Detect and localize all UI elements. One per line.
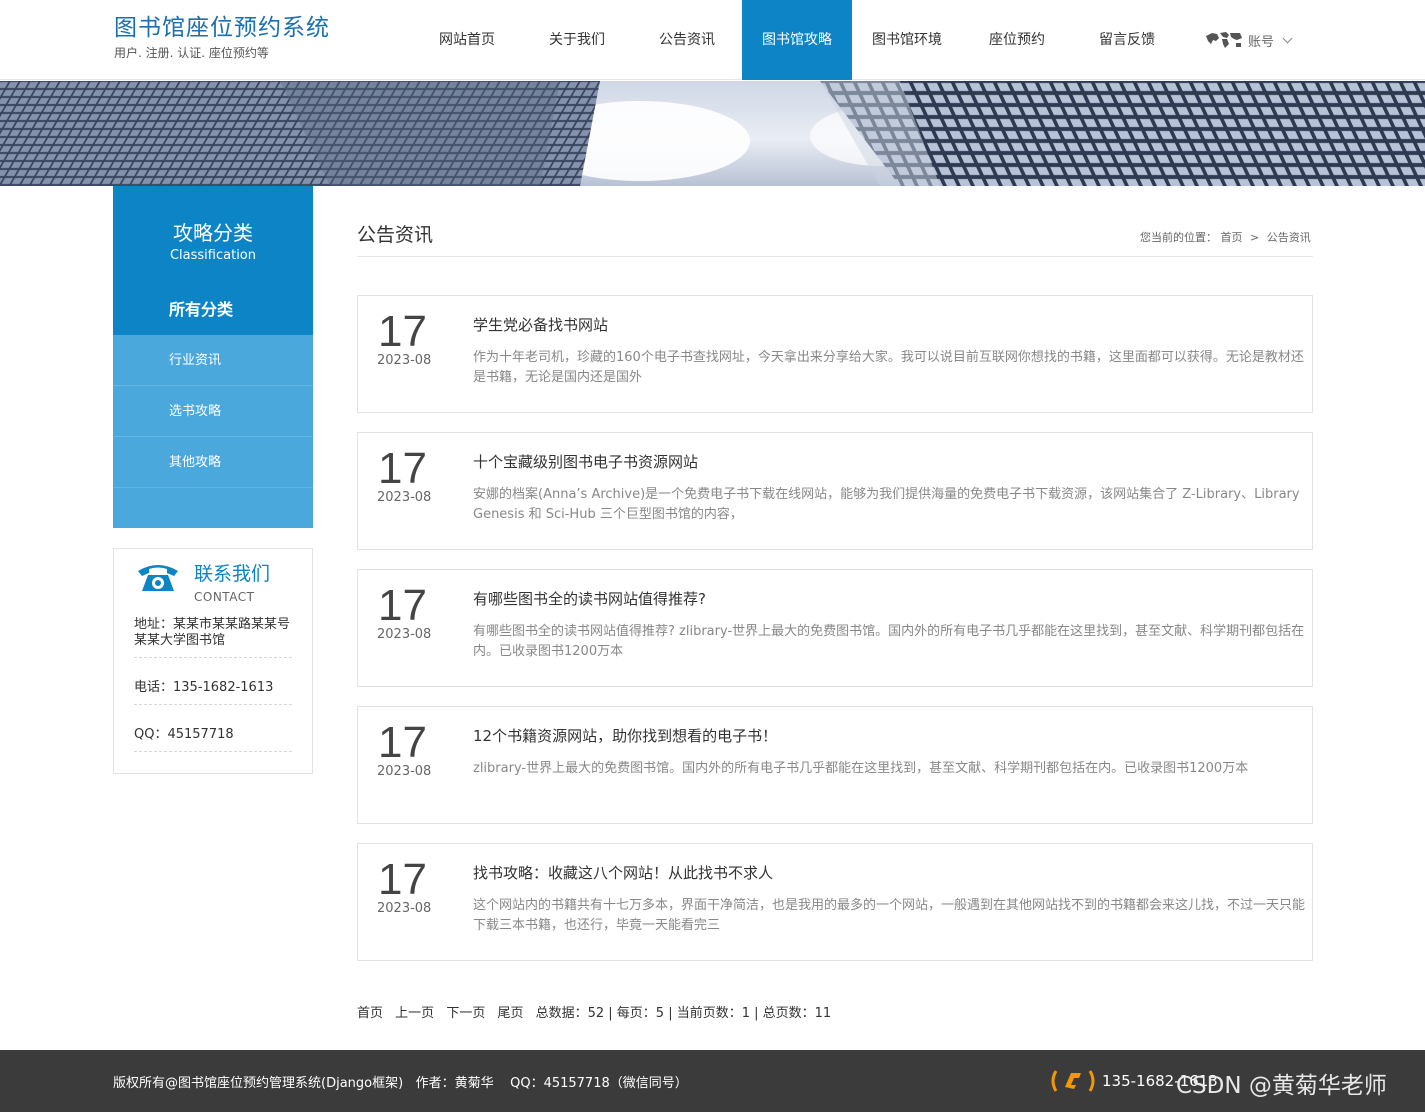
news-day: 17	[378, 581, 427, 630]
news-title[interactable]: 12个书籍资源网站，助你找到想看的电子书！	[473, 725, 777, 746]
nav-item-home[interactable]: 网站首页	[412, 0, 522, 80]
phone-handset-icon	[1051, 1070, 1095, 1092]
contact-title-en: CONTACT	[194, 590, 255, 604]
telephone-icon	[138, 565, 178, 591]
news-day: 17	[378, 855, 427, 904]
breadcrumb-separator: >	[1250, 231, 1260, 244]
sidebar-header: 攻略分类 Classification	[113, 186, 313, 284]
pager-first[interactable]: 首页	[357, 1006, 383, 1021]
news-item[interactable]: 17 2023-08 十个宝藏级别图书电子书资源网站 安娜的档案(Anna’s …	[357, 432, 1313, 550]
page-title: 公告资讯	[357, 224, 434, 246]
contact-qq: QQ：45157718	[134, 727, 292, 752]
news-year-month: 2023-08	[377, 490, 432, 505]
news-day: 17	[378, 444, 427, 493]
nav-item-seat-booking[interactable]: 座位预约	[962, 0, 1072, 80]
news-year-month: 2023-08	[377, 764, 432, 779]
footer-copyright: 版权所有@图书馆座位预约管理系统(Django框架) 作者：黄菊华 QQ：451…	[113, 1076, 688, 1091]
title-divider	[357, 256, 1313, 257]
hero-banner	[0, 81, 1425, 186]
nav-item-environment[interactable]: 图书馆环境	[852, 0, 962, 80]
pager-summary: 总数据：52 | 每页：5 | 当前页数：1 | 总页数：11	[535, 1006, 832, 1021]
news-year-month: 2023-08	[377, 627, 432, 642]
brand-subtitle: 用户. 注册. 认证. 座位预约等	[114, 46, 269, 60]
main-nav: 网站首页 关于我们 公告资讯 图书馆攻略 图书馆环境 座位预约 留言反馈	[412, 0, 1182, 80]
news-description: 有哪些图书全的读书网站值得推荐? zlibrary-世界上最大的免费图书馆。国内…	[473, 624, 1305, 659]
contact-header: 联系我们 CONTACT	[134, 559, 270, 604]
contact-address: 地址：某某市某某路某某号某某大学图书馆	[134, 617, 292, 658]
brand-title: 图书馆座位预约系统	[114, 15, 330, 41]
pager-next[interactable]: 下一页	[446, 1006, 485, 1021]
world-map-icon	[1206, 32, 1242, 48]
news-item[interactable]: 17 2023-08 找书攻略：收藏这八个网站！从此找书不求人 这个网站内的书籍…	[357, 843, 1313, 961]
breadcrumb: 您当前的位置： 首页 > 公告资讯	[1140, 229, 1311, 245]
pagination: 首页 上一页 下一页 尾页 总数据：52 | 每页：5 | 当前页数：1 | 总…	[357, 1002, 831, 1021]
news-description: 作为十年老司机，珍藏的160个电子书查找网址，今天拿出来分享给大家。我可以说目前…	[473, 350, 1304, 385]
nav-item-guide[interactable]: 图书馆攻略	[742, 0, 852, 80]
news-year-month: 2023-08	[377, 901, 432, 916]
news-day: 17	[378, 718, 427, 767]
brand[interactable]: 图书馆座位预约系统 用户. 注册. 认证. 座位预约等	[114, 14, 330, 61]
news-description: 安娜的档案(Anna’s Archive)是一个免费电子书下载在线网站，能够为我…	[473, 487, 1300, 522]
news-item[interactable]: 17 2023-08 12个书籍资源网站，助你找到想看的电子书！ zlibrar…	[357, 706, 1313, 824]
news-description: 这个网站内的书籍共有十七万多本，界面干净简洁，也是我用的最多的一个网站，一般遇到…	[473, 898, 1306, 933]
breadcrumb-current[interactable]: 公告资讯	[1267, 231, 1311, 244]
contact-box: 联系我们 CONTACT 地址：某某市某某路某某号某某大学图书馆 电话：135-…	[113, 548, 313, 774]
news-title[interactable]: 有哪些图书全的读书网站值得推荐?	[473, 588, 706, 609]
account-label: 账号	[1248, 34, 1275, 50]
account-menu[interactable]: 账号	[1204, 28, 1293, 52]
site-header: 图书馆座位预约系统 用户. 注册. 认证. 座位预约等 网站首页 关于我们 公告…	[0, 0, 1425, 80]
nav-item-news[interactable]: 公告资讯	[632, 0, 742, 80]
news-title[interactable]: 学生党必备找书网站	[473, 314, 608, 335]
pager-prev[interactable]: 上一页	[395, 1006, 434, 1021]
site-footer: 版权所有@图书馆座位预约管理系统(Django框架) 作者：黄菊华 QQ：451…	[0, 1050, 1425, 1112]
breadcrumb-home[interactable]: 首页	[1221, 231, 1243, 244]
news-title[interactable]: 十个宝藏级别图书电子书资源网站	[473, 451, 698, 472]
pager-last[interactable]: 尾页	[497, 1006, 523, 1021]
sidebar-title: 攻略分类	[173, 221, 253, 245]
news-year-month: 2023-08	[377, 353, 432, 368]
nav-item-feedback[interactable]: 留言反馈	[1072, 0, 1182, 80]
news-description: zlibrary-世界上最大的免费图书馆。国内外的所有电子书几乎都能在这里找到，…	[473, 761, 1249, 776]
sidebar-item-industry-news[interactable]: 行业资讯	[113, 335, 313, 386]
nav-item-about[interactable]: 关于我们	[522, 0, 632, 80]
breadcrumb-prefix: 您当前的位置：	[1140, 231, 1217, 244]
sidebar-category-list: 所有分类 行业资讯 选书攻略 其他攻略	[113, 284, 313, 528]
news-title[interactable]: 找书攻略：收藏这八个网站！从此找书不求人	[473, 862, 773, 883]
sidebar-item-all[interactable]: 所有分类	[113, 284, 313, 335]
sidebar-title-en: Classification	[169, 248, 257, 263]
watermark: CSDN @黄菊华老师	[1176, 1073, 1387, 1099]
contact-phone: 电话：135-1682-1613	[134, 680, 292, 705]
chevron-down-icon	[1282, 33, 1293, 43]
news-day: 17	[378, 307, 427, 356]
skyscraper-banner-image	[0, 81, 1425, 186]
news-item[interactable]: 17 2023-08 学生党必备找书网站 作为十年老司机，珍藏的160个电子书查…	[357, 295, 1313, 413]
contact-title: 联系我们	[194, 563, 271, 585]
news-item[interactable]: 17 2023-08 有哪些图书全的读书网站值得推荐? 有哪些图书全的读书网站值…	[357, 569, 1313, 687]
sidebar-item-book-selection[interactable]: 选书攻略	[113, 386, 313, 437]
sidebar-item-other[interactable]: 其他攻略	[113, 437, 313, 488]
